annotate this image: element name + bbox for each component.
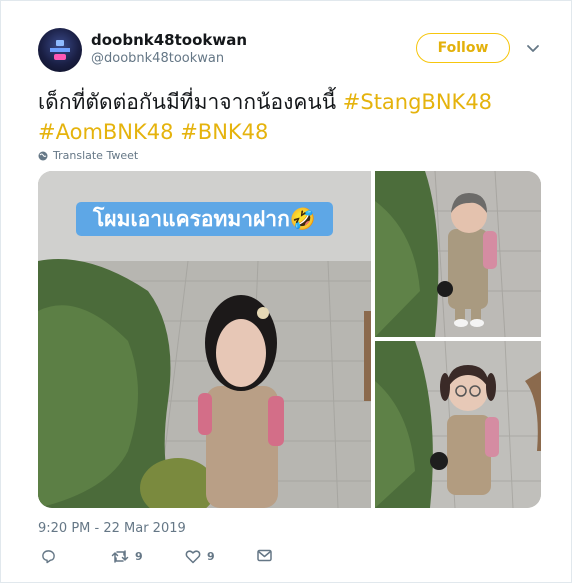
photo-caption: โผมเอาแครอทมาฝาก🤣 [76,202,333,236]
follow-button[interactable]: Follow [416,33,510,63]
photo-top-right-art [375,171,541,337]
globe-icon [38,151,48,160]
photo-bottom-right[interactable] [375,341,541,508]
display-name[interactable]: doobnk48tookwan [91,31,247,49]
like-button[interactable]: 9 [185,549,215,564]
retweet-button[interactable]: 9 [111,549,143,564]
retweet-count: 9 [135,550,143,563]
photo-top-right[interactable] [375,171,541,337]
hashtag-link[interactable]: #StangBNK48 [343,90,492,114]
photo-bottom-right-art [375,341,541,508]
user-handle[interactable]: @doobnk48tookwan [91,51,224,66]
tweet-card: doobnk48tookwan @doobnk48tookwan Follow … [0,0,572,583]
hashtag-link[interactable]: #BNK48 [180,120,268,144]
reply-icon [42,550,55,564]
media-grid[interactable]: โผมเอาแครอทมาฝาก🤣 [38,171,541,508]
hashtag-link[interactable]: #AomBNK48 [38,120,174,144]
reply-button[interactable] [41,549,56,564]
translate-label: Translate Tweet [53,149,139,162]
message-icon [257,549,272,562]
avatar[interactable] [38,28,82,72]
tweet-timestamp[interactable]: 9:20 PM - 22 Mar 2019 [38,521,186,536]
like-icon [185,550,201,564]
follow-button-label: Follow [437,40,489,56]
tweet-body: เด็กที่ตัดต่อกันมีที่มาจากน้องคนนี้ [38,90,343,114]
retweet-icon [111,550,129,563]
photo-main[interactable]: โผมเอาแครอทมาฝาก🤣 [38,171,371,508]
like-count: 9 [207,550,215,563]
translate-tweet[interactable]: Translate Tweet [38,149,138,162]
chevron-down-icon[interactable] [525,40,541,56]
message-button[interactable] [257,549,272,562]
tweet-text: เด็กที่ตัดต่อกันมีที่มาจากน้องคนนี้ #Sta… [38,87,548,147]
